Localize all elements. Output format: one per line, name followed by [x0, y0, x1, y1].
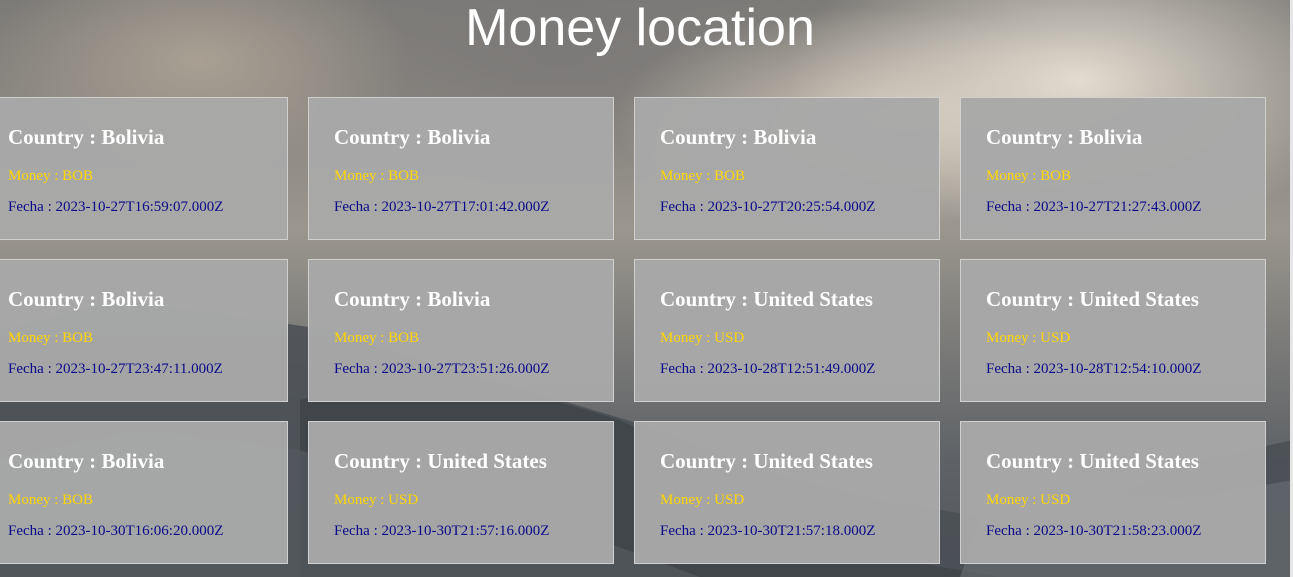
location-card: Country : United States Money : USD Fech…	[634, 259, 940, 402]
card-money: Money : USD	[660, 330, 745, 346]
location-card: Country : Bolivia Money : BOB Fecha : 20…	[0, 97, 288, 240]
card-country: Country : Bolivia	[334, 125, 491, 149]
card-fecha: Fecha : 2023-10-27T21:27:43.000Z	[986, 199, 1202, 215]
card-money: Money : BOB	[660, 168, 746, 184]
card-country: Country : United States	[986, 449, 1199, 473]
card-country: Country : United States	[660, 449, 873, 473]
card-country: Country : Bolivia	[8, 287, 165, 311]
card-fecha: Fecha : 2023-10-27T17:01:42.000Z	[334, 199, 550, 215]
card-money: Money : BOB	[8, 492, 94, 508]
card-country: Country : United States	[334, 449, 547, 473]
card-money: Money : BOB	[334, 168, 420, 184]
card-money: Money : BOB	[334, 330, 420, 346]
card-country: Country : Bolivia	[8, 125, 165, 149]
location-card: Country : Bolivia Money : BOB Fecha : 20…	[960, 97, 1266, 240]
card-fecha: Fecha : 2023-10-30T21:58:23.000Z	[986, 523, 1202, 539]
money-location-grid: Country : Bolivia Money : BOB Fecha : 20…	[0, 97, 1266, 564]
page-title: Money location	[465, 0, 815, 57]
card-money: Money : BOB	[8, 168, 94, 184]
location-card: Country : United States Money : USD Fech…	[308, 421, 614, 564]
card-fecha: Fecha : 2023-10-30T21:57:18.000Z	[660, 523, 876, 539]
location-card: Country : Bolivia Money : BOB Fecha : 20…	[634, 97, 940, 240]
location-card: Country : Bolivia Money : BOB Fecha : 20…	[0, 421, 288, 564]
location-card: Country : United States Money : USD Fech…	[960, 259, 1266, 402]
card-country: Country : Bolivia	[8, 449, 165, 473]
card-country: Country : Bolivia	[660, 125, 817, 149]
card-fecha: Fecha : 2023-10-27T16:59:07.000Z	[8, 199, 224, 215]
card-fecha: Fecha : 2023-10-27T23:47:11.000Z	[8, 361, 223, 377]
card-money: Money : USD	[334, 492, 419, 508]
card-fecha: Fecha : 2023-10-30T21:57:16.000Z	[334, 523, 550, 539]
location-card: Country : Bolivia Money : BOB Fecha : 20…	[0, 259, 288, 402]
card-money: Money : BOB	[986, 168, 1072, 184]
location-card: Country : United States Money : USD Fech…	[634, 421, 940, 564]
card-country: Country : United States	[660, 287, 873, 311]
location-card: Country : Bolivia Money : BOB Fecha : 20…	[308, 97, 614, 240]
card-country: Country : Bolivia	[986, 125, 1143, 149]
card-country: Country : United States	[986, 287, 1199, 311]
card-country: Country : Bolivia	[334, 287, 491, 311]
card-fecha: Fecha : 2023-10-27T20:25:54.000Z	[660, 199, 876, 215]
location-card: Country : Bolivia Money : BOB Fecha : 20…	[308, 259, 614, 402]
card-money: Money : USD	[660, 492, 745, 508]
card-money: Money : USD	[986, 330, 1071, 346]
card-fecha: Fecha : 2023-10-30T16:06:20.000Z	[8, 523, 224, 539]
card-fecha: Fecha : 2023-10-27T23:51:26.000Z	[334, 361, 550, 377]
card-fecha: Fecha : 2023-10-28T12:51:49.000Z	[660, 361, 876, 377]
card-money: Money : USD	[986, 492, 1071, 508]
location-card: Country : United States Money : USD Fech…	[960, 421, 1266, 564]
card-money: Money : BOB	[8, 330, 94, 346]
card-fecha: Fecha : 2023-10-28T12:54:10.000Z	[986, 361, 1202, 377]
